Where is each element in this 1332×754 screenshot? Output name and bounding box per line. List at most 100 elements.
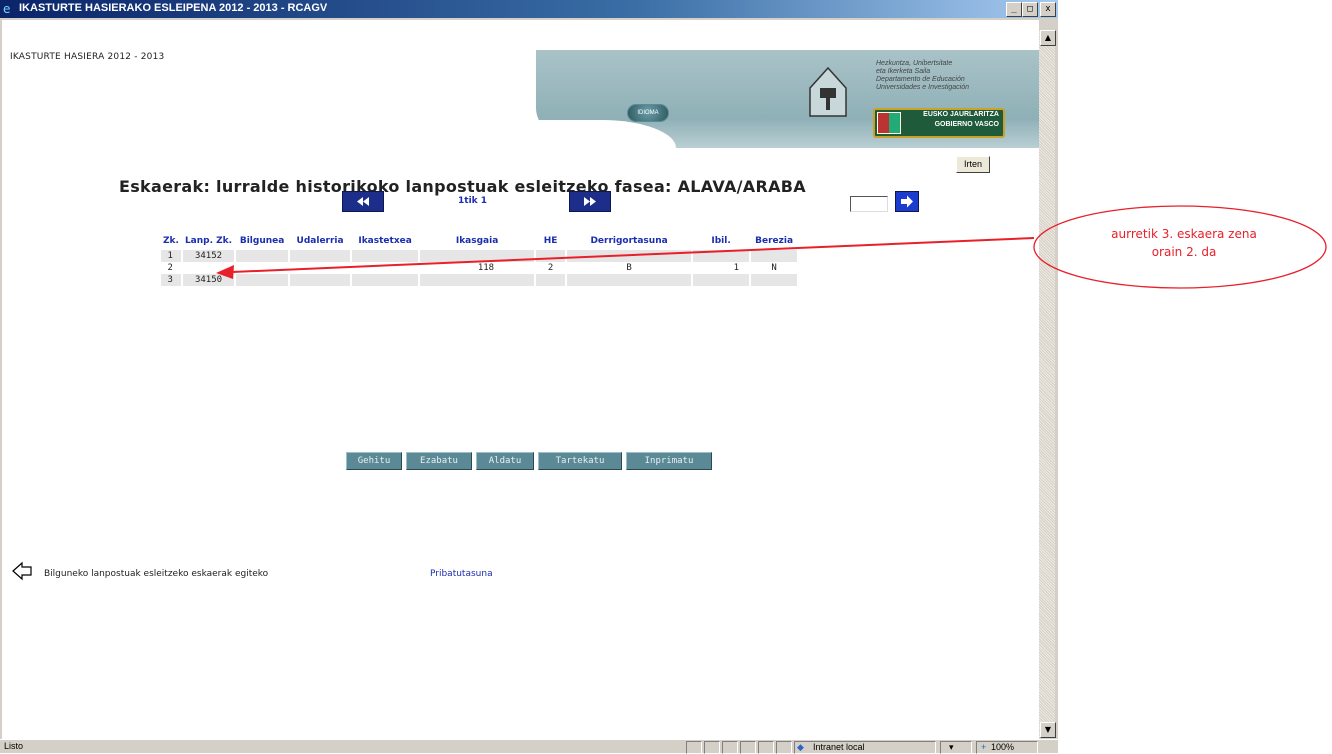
status-text: Listo	[4, 741, 24, 751]
cell-he: 2	[547, 263, 554, 273]
zoom-text: 100%	[991, 742, 1015, 752]
status-cell	[722, 741, 738, 754]
cell-zk: 1	[161, 250, 181, 262]
cell-bilgunea	[236, 274, 289, 286]
ie-icon: e	[3, 2, 11, 16]
col-berezia[interactable]: Berezia	[751, 232, 797, 250]
col-udalerria[interactable]: Udalerria	[290, 232, 350, 250]
cell-ikastetxea	[352, 274, 419, 286]
status-cell	[704, 741, 720, 754]
double-left-arrow-icon	[357, 197, 369, 206]
gov-line: Hezkuntza, Unibertsitate	[876, 60, 953, 67]
gehitu-button[interactable]: Gehitu	[346, 452, 402, 470]
globe-icon: ◆	[797, 742, 804, 752]
cell-bilgunea	[236, 262, 288, 274]
status-cell	[776, 741, 792, 754]
close-button[interactable]: x	[1040, 2, 1056, 17]
status-bar: Listo ◆ Intranet local ▾ + 100%	[0, 739, 1058, 754]
annotation-text: aurretik 3. eskaera zena orain 2. da	[1060, 225, 1308, 261]
cell-udalerria	[290, 250, 351, 262]
cell-lanp-zk: 34152	[182, 250, 235, 262]
annotation-line-1: aurretik 3. eskaera zena	[1111, 227, 1257, 241]
house-logo-icon	[809, 66, 847, 117]
cell-ibil: 1	[733, 263, 740, 273]
aldatu-button[interactable]: Aldatu	[476, 452, 534, 470]
browser-window: e IKASTURTE HASIERAKO ESLEIPENA 2012 - 2…	[0, 0, 1058, 754]
cell-ikasgaia: 118	[477, 263, 495, 273]
cell-lanp-zk: 34150	[182, 274, 235, 286]
back-link[interactable]: Bilguneko lanpostuak esleitzeko eskaerak…	[44, 569, 268, 579]
cell-zk: 3	[161, 274, 181, 286]
cell-bilgunea	[236, 250, 289, 262]
inprimatu-button[interactable]: Inprimatu	[626, 452, 712, 470]
col-bilgunea[interactable]: Bilgunea	[236, 232, 288, 250]
page-title: Eskaerak: lurralde historikoko lanpostua…	[119, 177, 806, 196]
col-ikastetxea[interactable]: Ikastetxea	[352, 232, 418, 250]
department-text: Hezkuntza, Unibertsitate eta Ikerketa Sa…	[876, 60, 969, 92]
page-number-input[interactable]	[850, 196, 888, 212]
title-bar: e IKASTURTE HASIERAKO ESLEIPENA 2012 - 2…	[0, 0, 1058, 18]
table-row[interactable]: 2 118 2 B 1 N	[161, 262, 797, 274]
zoom-cell[interactable]: + 100%	[976, 741, 1038, 754]
gobierno-vasco-logo: EUSKO JAURLARITZA GOBIERNO VASCO	[873, 108, 1005, 138]
cell-lanp-zk	[183, 262, 234, 274]
gov-line: Universidades e Investigación	[876, 84, 969, 91]
cell-he	[536, 250, 566, 262]
arrow-right-icon	[901, 195, 913, 208]
irten-button[interactable]: Irten	[956, 156, 990, 173]
shield-icon	[877, 112, 901, 134]
zoom-icon: +	[981, 742, 987, 752]
cell-ibil	[693, 250, 750, 262]
scroll-up-button[interactable]: ▲	[1040, 30, 1056, 46]
page-content: IKASTURTE HASIERA 2012 - 2013 IDIOMA Hez…	[2, 20, 1039, 739]
go-button[interactable]	[895, 191, 919, 212]
zone-text: Intranet local	[813, 742, 865, 752]
cell-derrigortasuna	[567, 250, 692, 262]
table-row[interactable]: 3 34150	[161, 274, 798, 286]
window-title: IKASTURTE HASIERAKO ESLEIPENA 2012 - 201…	[19, 2, 328, 14]
next-page-button[interactable]	[569, 191, 611, 212]
minimize-button[interactable]: _	[1006, 2, 1022, 17]
cell-udalerria	[290, 262, 350, 274]
cell-zk: 2	[167, 263, 173, 273]
privacy-link[interactable]: Pribatutasuna	[430, 569, 493, 579]
scroll-down-button[interactable]: ▼	[1040, 722, 1056, 738]
cell-ibil	[693, 274, 750, 286]
col-he[interactable]: HE	[536, 232, 565, 250]
cell-ikasgaia	[420, 274, 535, 286]
page-indicator: 1tik 1	[458, 196, 488, 206]
header-label: IKASTURTE HASIERA 2012 - 2013	[10, 52, 165, 62]
cell-ikasgaia	[420, 250, 535, 262]
vertical-scrollbar[interactable]	[1039, 30, 1055, 738]
table-row[interactable]: 1 34152	[161, 250, 798, 262]
annotation-line-2: orain 2. da	[1151, 245, 1217, 259]
popup-cell[interactable]: ▾	[940, 741, 972, 754]
ezabatu-button[interactable]: Ezabatu	[406, 452, 472, 470]
double-right-arrow-icon	[584, 197, 596, 206]
zone-cell: ◆ Intranet local	[794, 741, 936, 754]
gov-line: Departamento de Educación	[876, 76, 965, 83]
col-zk[interactable]: Zk.	[161, 232, 181, 250]
cell-ikastetxea	[352, 262, 418, 274]
cell-derrigortasuna	[567, 274, 692, 286]
idioma-button[interactable]: IDIOMA	[627, 104, 669, 122]
gov-line: eta Ikerketa Saila	[876, 68, 931, 75]
back-arrow-icon[interactable]	[12, 561, 32, 581]
cell-he	[536, 274, 566, 286]
header-banner: IDIOMA Hezkuntza, Unibertsitate eta Iker…	[536, 50, 1039, 148]
col-ikasgaia[interactable]: Ikasgaia	[420, 232, 534, 250]
first-page-button[interactable]	[342, 191, 384, 212]
requests-table: Zk. Lanp. Zk. Bilgunea Udalerria Ikastet…	[159, 232, 799, 286]
tartekatu-button[interactable]: Tartekatu	[538, 452, 622, 470]
status-cell	[686, 741, 702, 754]
col-derrigortasuna[interactable]: Derrigortasuna	[567, 232, 691, 250]
cell-berezia	[751, 250, 798, 262]
cell-ikastetxea	[352, 250, 419, 262]
status-cell	[740, 741, 756, 754]
col-lanp-zk[interactable]: Lanp. Zk.	[183, 232, 234, 250]
cell-berezia	[751, 274, 798, 286]
cell-udalerria	[290, 274, 351, 286]
col-ibil[interactable]: Ibil.	[693, 232, 749, 250]
maximize-button[interactable]: □	[1022, 2, 1038, 17]
popup-icon: ▾	[949, 742, 954, 752]
